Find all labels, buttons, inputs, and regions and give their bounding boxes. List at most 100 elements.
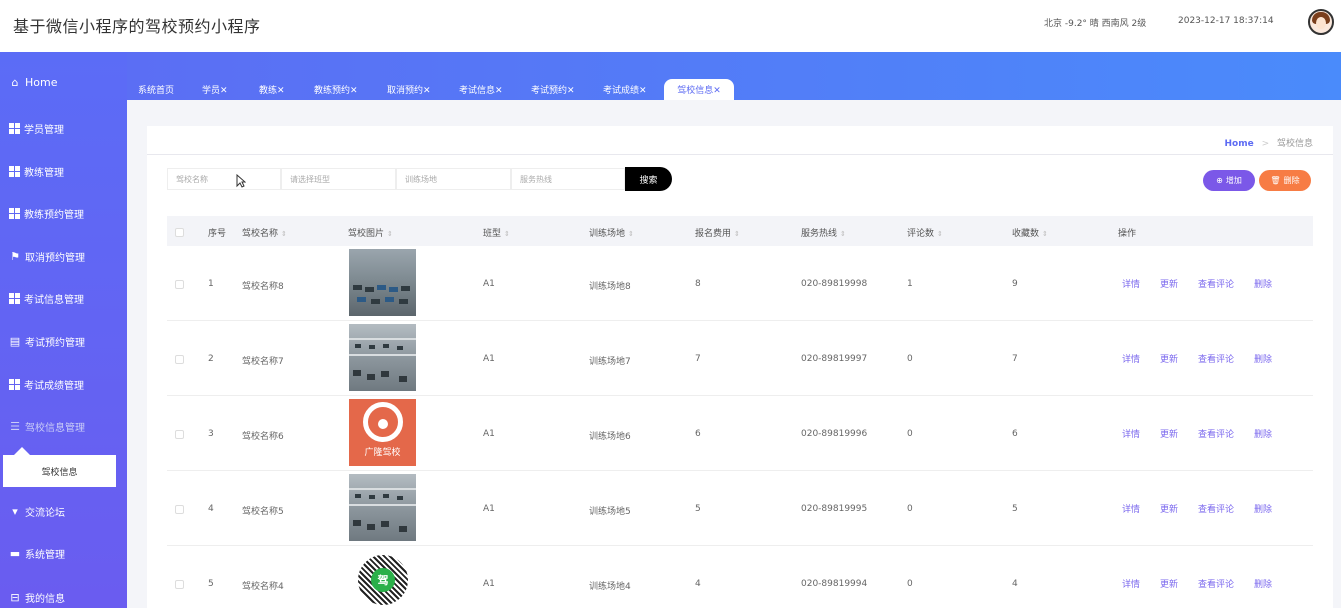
- comment-count: 0: [907, 354, 913, 364]
- detail-link[interactable]: 详情: [1122, 352, 1140, 365]
- search-button[interactable]: 搜索: [625, 167, 672, 191]
- sidebar-item-exam-scores[interactable]: 考试成绩管理: [9, 377, 84, 392]
- delete-link[interactable]: 删除: [1254, 502, 1272, 515]
- tab-coaches[interactable]: 教练✕: [259, 83, 285, 96]
- header-school-image[interactable]: 驾校图片 ⇕: [348, 226, 393, 239]
- service-phone-input[interactable]: 服务热线: [511, 168, 625, 190]
- header-label: 训练场地: [589, 229, 626, 239]
- sort-icon: ⇕: [734, 230, 740, 238]
- service-phone: 020-89819998: [801, 279, 868, 289]
- sidebar-item-school-info[interactable]: ☰ 驾校信息管理: [9, 419, 85, 434]
- service-phone: 020-89819995: [801, 504, 868, 514]
- select-all-checkbox[interactable]: [175, 228, 184, 237]
- tab-coach-booking[interactable]: 教练预约✕: [314, 83, 358, 96]
- row-checkbox[interactable]: [175, 430, 184, 439]
- detail-link[interactable]: 详情: [1122, 577, 1140, 590]
- trash-icon: 🗑: [1270, 176, 1281, 185]
- tab-exam-info[interactable]: 考试信息✕: [459, 83, 503, 96]
- header-favorites[interactable]: 收藏数 ⇕: [1012, 226, 1048, 239]
- view-comments-link[interactable]: 查看评论: [1198, 352, 1234, 365]
- sidebar-item-my-info[interactable]: ⊟ 我的信息: [9, 590, 65, 605]
- class-type-select[interactable]: 请选择班型: [281, 168, 396, 190]
- school-name: 驾校名称8: [242, 282, 284, 292]
- comment-count: 1: [907, 279, 913, 289]
- school-name-input[interactable]: 驾校名称: [167, 168, 281, 190]
- comment-count: 0: [907, 579, 913, 589]
- sidebar-item-label: 考试信息管理: [24, 295, 84, 306]
- parking-lot-image[interactable]: [349, 249, 416, 316]
- header-training-site[interactable]: 训练场地 ⇕: [589, 226, 634, 239]
- sidebar-item-label: 教练管理: [24, 168, 64, 179]
- update-link[interactable]: 更新: [1160, 277, 1178, 290]
- delete-button[interactable]: 🗑 删除: [1259, 170, 1311, 191]
- sidebar-item-forum[interactable]: ▾ 交流论坛: [9, 504, 65, 519]
- class-type: A1: [483, 279, 495, 289]
- tab-exam-booking[interactable]: 考试预约✕: [531, 83, 575, 96]
- breadcrumb: Home > 驾校信息: [1224, 136, 1313, 149]
- sidebar-item-cancel-booking[interactable]: ⚑ 取消预约管理: [9, 249, 85, 264]
- sidebar-item-exam-booking[interactable]: ▤ 考试预约管理: [9, 334, 85, 349]
- parking-lot-image[interactable]: [349, 474, 416, 541]
- tab-cancel-booking[interactable]: 取消预约✕: [387, 83, 431, 96]
- header-index: 序号: [208, 229, 227, 239]
- sidebar-item-home[interactable]: ⌂ Home: [9, 76, 58, 89]
- detail-link[interactable]: 详情: [1122, 277, 1140, 290]
- update-link[interactable]: 更新: [1160, 577, 1178, 590]
- table-row: [167, 246, 1313, 321]
- view-comments-link[interactable]: 查看评论: [1198, 427, 1234, 440]
- tab-exam-scores[interactable]: 考试成绩✕: [603, 83, 647, 96]
- sidebar-item-label: Home: [25, 76, 58, 89]
- header-school-name[interactable]: 驾校名称 ⇕: [242, 226, 287, 239]
- row-checkbox[interactable]: [175, 505, 184, 514]
- parking-lot-image[interactable]: [349, 324, 416, 391]
- sidebar-item-students[interactable]: 学员管理: [9, 121, 64, 136]
- header-service-phone[interactable]: 服务热线 ⇕: [801, 226, 846, 239]
- sidebar-item-coaches[interactable]: 教练管理: [9, 164, 64, 179]
- row-checkbox[interactable]: [175, 280, 184, 289]
- tab-home[interactable]: 系统首页: [138, 83, 174, 96]
- plus-circle-icon: ⊕: [1216, 176, 1223, 185]
- row-checkbox[interactable]: [175, 580, 184, 589]
- row-checkbox[interactable]: [175, 355, 184, 364]
- header-comments[interactable]: 评论数 ⇕: [907, 226, 943, 239]
- sort-icon: ⇕: [840, 230, 846, 238]
- training-site: 训练场地4: [589, 582, 631, 592]
- driving-school-logo-image[interactable]: 广隆驾校: [349, 399, 416, 466]
- delete-link[interactable]: 删除: [1254, 277, 1272, 290]
- header-class-type[interactable]: 班型 ⇕: [483, 226, 510, 239]
- update-link[interactable]: 更新: [1160, 352, 1178, 365]
- service-phone: 020-89819994: [801, 579, 868, 589]
- qr-code-image[interactable]: 驾: [349, 549, 416, 608]
- training-site-input[interactable]: 训练场地: [396, 168, 511, 190]
- update-link[interactable]: 更新: [1160, 427, 1178, 440]
- add-button[interactable]: ⊕ 增加: [1203, 170, 1255, 191]
- delete-link[interactable]: 删除: [1254, 577, 1272, 590]
- fee: 4: [695, 579, 701, 589]
- sidebar-item-coach-booking[interactable]: 教练预约管理: [9, 206, 84, 221]
- tab-students[interactable]: 学员✕: [202, 83, 228, 96]
- sidebar-item-system[interactable]: ▬ 系统管理: [9, 546, 65, 561]
- submenu-item-school-info[interactable]: 驾校信息: [3, 455, 116, 487]
- row-index: 4: [208, 504, 214, 514]
- row-index: 5: [208, 579, 214, 589]
- header-fee[interactable]: 报名费用 ⇕: [695, 226, 740, 239]
- favorite-count: 9: [1012, 279, 1018, 289]
- detail-link[interactable]: 详情: [1122, 427, 1140, 440]
- update-link[interactable]: 更新: [1160, 502, 1178, 515]
- comment-count: 0: [907, 429, 913, 439]
- detail-link[interactable]: 详情: [1122, 502, 1140, 515]
- avatar[interactable]: [1308, 9, 1334, 35]
- header-label: 驾校名称: [242, 229, 279, 239]
- training-site: 训练场地5: [589, 507, 631, 517]
- submenu-caret: [14, 447, 30, 455]
- tab-school-info[interactable]: 驾校信息✕: [664, 79, 734, 100]
- view-comments-link[interactable]: 查看评论: [1198, 577, 1234, 590]
- sidebar-item-label: 交流论坛: [25, 508, 65, 519]
- delete-link[interactable]: 删除: [1254, 427, 1272, 440]
- view-comments-link[interactable]: 查看评论: [1198, 502, 1234, 515]
- sidebar-item-exam-info[interactable]: 考试信息管理: [9, 291, 84, 306]
- delete-link[interactable]: 删除: [1254, 352, 1272, 365]
- view-comments-link[interactable]: 查看评论: [1198, 277, 1234, 290]
- school-name: 驾校名称6: [242, 432, 284, 442]
- breadcrumb-home[interactable]: Home: [1224, 139, 1253, 149]
